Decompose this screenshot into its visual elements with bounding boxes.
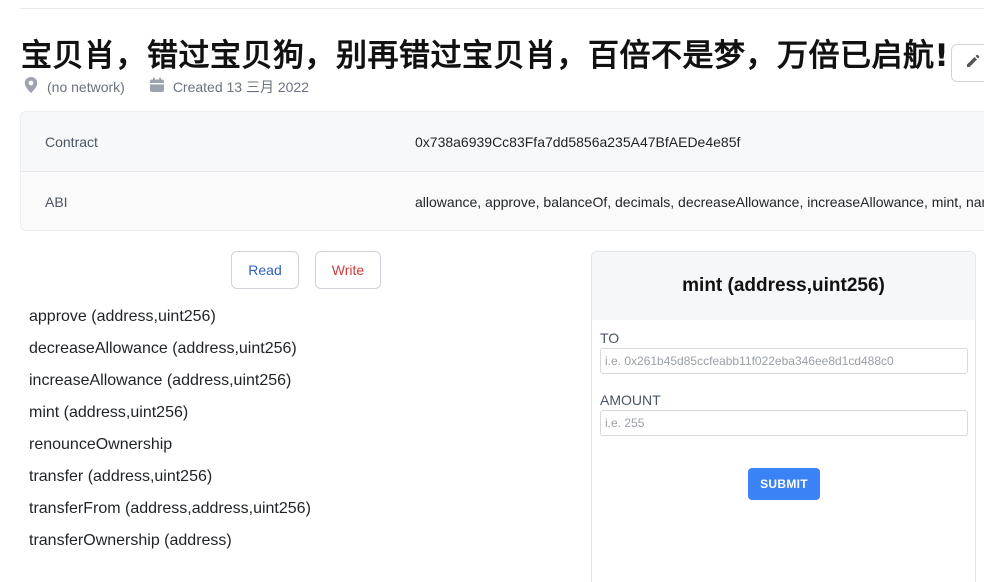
function-item[interactable]: mint (address,uint256) <box>29 402 311 434</box>
meta-bar: (no network) Created 13 三月 2022 <box>23 76 309 97</box>
contract-address: 0x738a6939Cc83Ffa7dd5856a235A47BfAEDe4e8… <box>415 134 741 150</box>
form-title: mint (address,uint256) <box>592 252 975 320</box>
amount-label: AMOUNT <box>600 392 661 408</box>
contract-row: Contract 0x738a6939Cc83Ffa7dd5856a235A47… <box>21 112 984 172</box>
map-pin-icon <box>23 76 47 97</box>
pencil-icon <box>965 53 981 74</box>
contract-label: Contract <box>45 134 98 150</box>
function-item[interactable]: approve (address,uint256) <box>29 306 311 338</box>
function-item[interactable]: transfer (address,uint256) <box>29 466 311 498</box>
function-form-card: mint (address,uint256) TO AMOUNT SUBMIT <box>591 251 976 582</box>
function-item[interactable]: renounceOwnership <box>29 434 311 466</box>
created-text: Created 13 三月 2022 <box>172 78 310 95</box>
page-title: 宝贝肖，错过宝贝狗，别再错过宝贝肖，百倍不是梦，万倍已启航! <box>21 38 950 74</box>
abi-functions: allowance, approve, balanceOf, decimals,… <box>415 193 984 210</box>
submit-button[interactable]: SUBMIT <box>748 468 820 500</box>
abi-row: ABI allowance, approve, balanceOf, decim… <box>21 171 984 230</box>
to-address-input[interactable] <box>600 348 968 374</box>
edit-button[interactable] <box>951 44 984 82</box>
amount-input[interactable] <box>600 410 968 436</box>
created-meta: Created 13 三月 2022 <box>149 77 309 97</box>
function-item[interactable]: transferOwnership (address) <box>29 530 311 562</box>
top-divider <box>20 8 984 9</box>
contract-info-card: Contract 0x738a6939Cc83Ffa7dd5856a235A47… <box>20 111 984 231</box>
calendar-icon <box>149 77 173 96</box>
write-function-list: approve (address,uint256) decreaseAllowa… <box>29 306 311 562</box>
function-item[interactable]: decreaseAllowance (address,uint256) <box>29 338 311 370</box>
function-item[interactable]: transferFrom (address,address,uint256) <box>29 498 311 530</box>
to-label: TO <box>600 330 620 346</box>
function-item[interactable]: increaseAllowance (address,uint256) <box>29 370 311 402</box>
tab-read[interactable]: Read <box>231 251 299 289</box>
abi-label: ABI <box>45 193 68 210</box>
network-meta: (no network) <box>23 76 125 97</box>
tab-write[interactable]: Write <box>315 251 381 289</box>
network-text: (no network) <box>47 78 125 95</box>
